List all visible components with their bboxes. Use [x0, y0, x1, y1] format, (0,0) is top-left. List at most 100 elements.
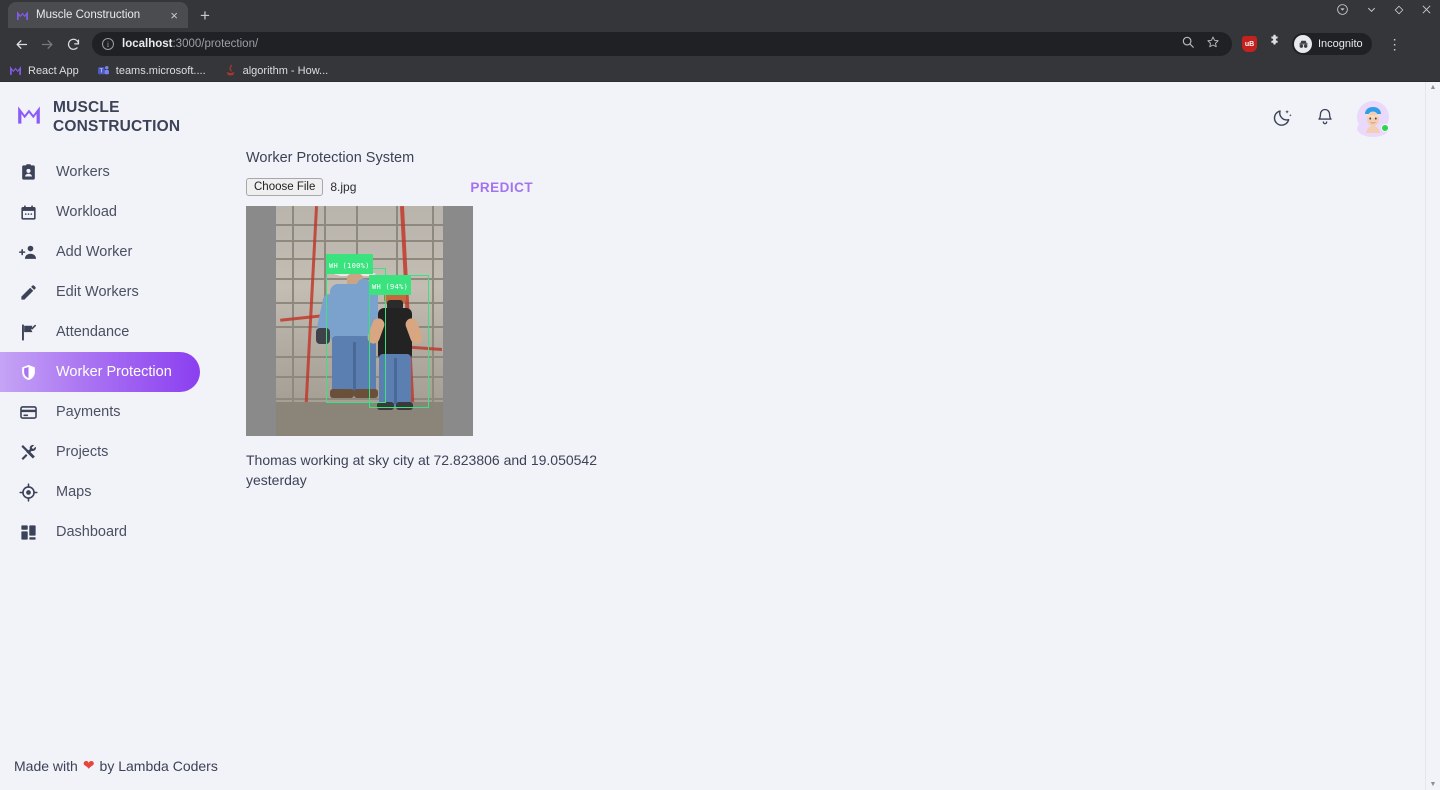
sidebar-item-label: Edit Workers — [56, 284, 139, 300]
browser-window: Muscle Construction × + i localhost:3000… — [0, 0, 1440, 790]
sidebar-item-workload[interactable]: Workload — [0, 192, 200, 232]
incognito-indicator[interactable]: Incognito — [1292, 33, 1372, 55]
heart-icon: ❤ — [82, 757, 95, 773]
file-upload-input[interactable]: Choose File 8.jpg — [246, 178, 356, 196]
url-host: localhost — [122, 38, 173, 50]
bookmark-react-app[interactable]: React App — [9, 64, 79, 77]
avatar[interactable] — [1357, 101, 1389, 137]
app-title: MUSCLE CONSTRUCTION — [53, 98, 180, 137]
tab-title: Muscle Construction — [36, 9, 141, 21]
sidebar-item-label: Maps — [56, 484, 92, 500]
window-close-icon[interactable] — [1421, 4, 1432, 17]
scrollbar-thumb[interactable] — [1428, 93, 1438, 779]
sidebar-item-worker-protection[interactable]: Worker Protection — [0, 352, 200, 392]
sidebar-item-label: Payments — [56, 404, 121, 420]
browser-tab-muscle-construction[interactable]: Muscle Construction × — [8, 2, 188, 28]
tab-strip: Muscle Construction × + — [0, 0, 1440, 28]
screen-record-icon[interactable] — [1336, 3, 1349, 18]
sidebar-item-edit-workers[interactable]: Edit Workers — [0, 272, 200, 312]
omnibox-actions — [1181, 35, 1222, 54]
page-title: Worker Protection System — [246, 150, 415, 166]
detection-label: WH (100%) — [326, 254, 373, 274]
sidebar-item-add-worker[interactable]: Add Worker — [0, 232, 200, 272]
browser-toolbar: i localhost:3000/protection/ uB Incognit… — [0, 28, 1440, 60]
url-path: :3000/protection/ — [172, 38, 259, 50]
detection-label: WH (94%) — [369, 275, 412, 295]
footer-prefix: Made with — [14, 757, 78, 774]
tools-icon — [18, 442, 38, 462]
page-viewport: MUSCLE CONSTRUCTION Workers Workload Add… — [0, 82, 1440, 790]
sidebar-item-label: Add Worker — [56, 244, 133, 260]
sidebar-item-label: Workload — [56, 204, 117, 220]
incognito-label: Incognito — [1318, 38, 1363, 50]
bookmarks-bar: React App T teams.microsoft.... algorith… — [0, 60, 1440, 82]
brand-line-1: MUSCLE — [53, 98, 120, 116]
sidebar-item-projects[interactable]: Projects — [0, 432, 200, 472]
reload-button[interactable] — [60, 31, 86, 57]
app-header: MUSCLE CONSTRUCTION — [0, 82, 1425, 140]
target-icon — [18, 482, 38, 502]
incognito-avatar-icon — [1294, 35, 1312, 53]
bookmark-teams[interactable]: T teams.microsoft.... — [97, 64, 206, 77]
prediction-controls: Choose File 8.jpg PREDICT — [246, 178, 1425, 196]
prediction-result-image: WH (100%) WH (94%) — [246, 206, 473, 436]
page-footer: Made with ❤ by Lambda Coders — [0, 757, 1425, 790]
java-icon — [224, 64, 237, 77]
moon-stars-icon[interactable] — [1272, 107, 1293, 128]
flag-check-icon — [18, 322, 38, 342]
muscle-logo-icon — [9, 64, 22, 77]
page-scrollbar[interactable]: ▲ ▼ — [1425, 82, 1440, 790]
contact-card-icon — [18, 162, 38, 182]
sidebar-item-label: Dashboard — [56, 524, 127, 540]
web-page: MUSCLE CONSTRUCTION Workers Workload Add… — [0, 82, 1425, 790]
app-body: Workers Workload Add Worker Edit Workers… — [0, 140, 1425, 757]
scroll-up-arrow[interactable]: ▲ — [1430, 84, 1437, 91]
prediction-caption: Thomas working at sky city at 72.823806 … — [246, 452, 597, 489]
sidebar-item-payments[interactable]: Payments — [0, 392, 200, 432]
site-info-icon[interactable]: i — [102, 38, 114, 50]
dashboard-grid-icon — [18, 522, 38, 542]
new-tab-button[interactable]: + — [200, 7, 210, 24]
back-button[interactable] — [8, 31, 34, 57]
address-bar[interactable]: i localhost:3000/protection/ — [92, 32, 1232, 56]
window-minimize-icon[interactable] — [1366, 4, 1377, 17]
adblock-extension-icon[interactable]: uB — [1242, 36, 1257, 52]
app-brand[interactable]: MUSCLE CONSTRUCTION — [16, 98, 180, 137]
bookmark-label: teams.microsoft.... — [115, 64, 206, 77]
sidebar-item-maps[interactable]: Maps — [0, 472, 200, 512]
sidebar-item-dashboard[interactable]: Dashboard — [0, 512, 200, 552]
forward-button[interactable] — [34, 31, 60, 57]
bookmark-label: algorithm - How... — [242, 64, 329, 77]
toolbar-extensions: uB Incognito ⋮ — [1238, 31, 1408, 57]
sidebar-item-label: Worker Protection — [56, 364, 172, 380]
scroll-down-arrow[interactable]: ▼ — [1430, 781, 1437, 788]
sidebar-item-label: Attendance — [56, 324, 130, 340]
choose-file-button[interactable]: Choose File — [246, 178, 324, 196]
online-status-dot — [1381, 124, 1389, 132]
browser-menu-button[interactable]: ⋮ — [1382, 31, 1408, 57]
muscle-m-logo-icon — [16, 102, 42, 133]
sidebar-item-label: Workers — [56, 164, 110, 180]
sidebar-item-attendance[interactable]: Attendance — [0, 312, 200, 352]
address-bar-url: localhost:3000/protection/ — [122, 38, 258, 50]
sidebar-item-label: Projects — [56, 444, 109, 460]
bookmark-star-icon[interactable] — [1206, 35, 1220, 54]
main-content: Worker Protection System Choose File 8.j… — [232, 140, 1425, 757]
sidebar: Workers Workload Add Worker Edit Workers… — [0, 140, 232, 757]
selected-file-name: 8.jpg — [330, 180, 357, 194]
tab-favicon-icon — [16, 9, 29, 22]
window-maximize-icon[interactable] — [1394, 5, 1404, 17]
person-add-icon — [18, 242, 38, 262]
bookmark-algorithm[interactable]: algorithm - How... — [224, 64, 329, 77]
bell-icon[interactable] — [1315, 107, 1335, 127]
sidebar-item-workers[interactable]: Workers — [0, 152, 200, 192]
zoom-search-icon[interactable] — [1181, 35, 1195, 54]
tab-close-icon[interactable]: × — [168, 9, 180, 22]
extensions-puzzle-icon[interactable] — [1267, 34, 1282, 54]
calendar-icon — [18, 202, 38, 222]
brand-line-2: CONSTRUCTION — [53, 118, 181, 135]
header-actions — [1272, 101, 1389, 137]
detection-label-text: WH (100%) — [329, 262, 370, 270]
bookmark-label: React App — [28, 64, 79, 77]
predict-button[interactable]: PREDICT — [470, 180, 533, 195]
